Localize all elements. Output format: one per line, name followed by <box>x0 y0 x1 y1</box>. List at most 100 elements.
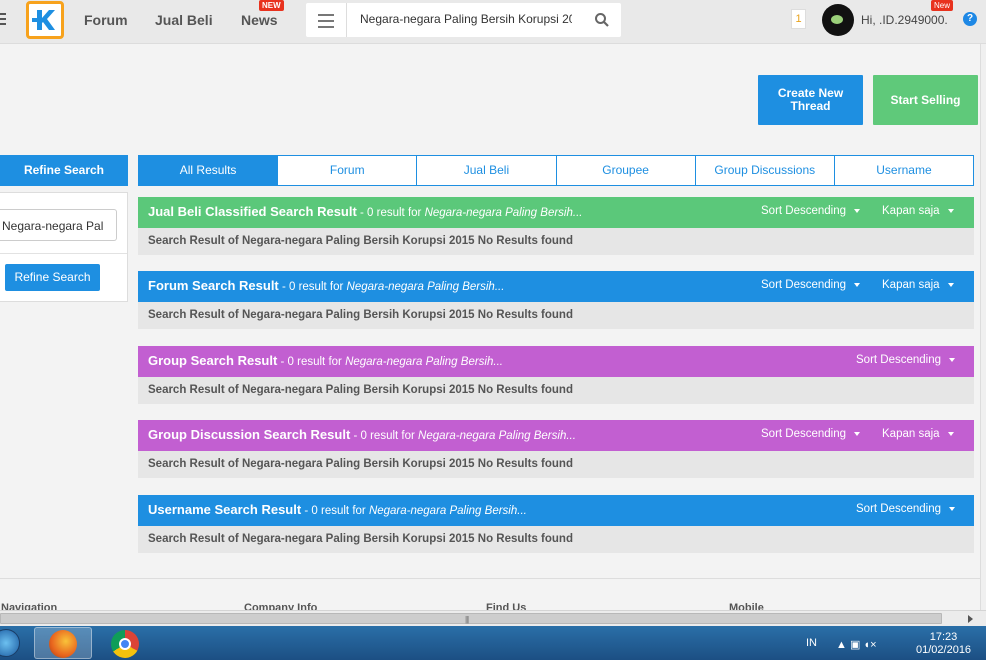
result-title-text: Group Search Result <box>148 353 278 368</box>
user-new-badge: New <box>931 0 954 11</box>
sort-dropdown[interactable]: Sort Descending <box>761 205 861 217</box>
jual-beli-result-header: Jual Beli Classified Search Result - 0 r… <box>138 197 974 228</box>
forum-result-body: Search Result of Negara-negara Paling Be… <box>138 302 974 329</box>
username-result-body: Search Result of Negara-negara Paling Be… <box>138 526 974 553</box>
start-selling-button[interactable]: Start Selling <box>873 75 978 125</box>
sort-label: Sort Descending <box>761 205 847 217</box>
refine-search-heading: Refine Search <box>0 155 128 186</box>
nav-news[interactable]: News <box>241 12 278 28</box>
sort-label: Sort Descending <box>761 279 847 291</box>
news-new-badge: NEW <box>259 0 284 11</box>
clock[interactable]: 17:23 01/02/2016 <box>916 631 971 657</box>
refine-search-input[interactable]: Negara-negara Pal <box>0 209 117 241</box>
help-icon[interactable]: ? <box>963 12 977 26</box>
result-meta: - 0 result for Negara-negara Paling Bers… <box>278 281 505 293</box>
time-filter-dropdown[interactable]: Kapan saja <box>882 428 954 440</box>
result-meta: - 0 result for Negara-negara Paling Bers… <box>350 430 576 442</box>
result-title: Jual Beli Classified Search Result - 0 r… <box>148 204 582 219</box>
footer-divider <box>0 578 980 579</box>
sort-label: Sort Descending <box>856 503 942 515</box>
result-title: Group Discussion Search Result - 0 resul… <box>148 427 576 442</box>
time-filter-dropdown[interactable]: Kapan saja <box>882 205 954 217</box>
kaskus-logo[interactable] <box>26 1 64 39</box>
avatar-image <box>831 15 843 24</box>
result-meta: - 0 result for Negara-negara Paling Bers… <box>277 356 503 368</box>
time-label: Kapan saja <box>882 279 940 291</box>
chevron-down-icon <box>949 357 956 362</box>
chevron-down-icon <box>947 208 954 213</box>
sort-dropdown[interactable]: Sort Descending <box>761 428 861 440</box>
tab-groupee[interactable]: Groupee <box>555 156 695 185</box>
taskbar-firefox[interactable] <box>34 627 92 659</box>
avatar[interactable] <box>822 4 854 36</box>
result-tabs: All Results Forum Jual Beli Groupee Grou… <box>138 155 974 186</box>
tab-forum[interactable]: Forum <box>277 156 416 185</box>
result-title-text: Forum Search Result <box>148 278 279 293</box>
system-tray[interactable]: ▲ ▣ ◖× <box>836 638 877 651</box>
tab-all-results[interactable]: All Results <box>139 156 278 185</box>
grip-icon: ||| <box>465 615 469 624</box>
clock-date: 01/02/2016 <box>916 644 972 656</box>
jual-beli-result-body: Search Result of Negara-negara Paling Be… <box>138 228 974 255</box>
tab-jual-beli[interactable]: Jual Beli <box>416 156 555 185</box>
sort-dropdown[interactable]: Sort Descending <box>856 354 956 366</box>
volume-muted-icon[interactable]: ◖× <box>863 639 876 651</box>
result-count-text: - 0 result for <box>301 505 369 517</box>
footer-company-info-heading: Company Info <box>244 602 318 610</box>
scrollbar-thumb[interactable]: ||| <box>0 613 942 624</box>
scroll-right-arrow-icon[interactable] <box>968 615 973 623</box>
horizontal-scrollbar[interactable]: ||| <box>0 610 986 626</box>
result-count-text: - 0 result for <box>278 281 347 293</box>
result-query: Negara-negara Paling Bersih... <box>368 505 527 517</box>
create-thread-label: Create New Thread <box>777 86 844 113</box>
sort-label: Sort Descending <box>856 354 942 366</box>
search-icon[interactable] <box>594 12 610 28</box>
time-label: Kapan saja <box>882 205 940 217</box>
refine-search-button[interactable]: Refine Search <box>5 264 100 291</box>
result-query: Negara-negara Paling Bersih... <box>346 281 505 293</box>
username-result-header: Username Search Result - 0 result for Ne… <box>138 495 974 526</box>
search-divider <box>346 3 347 37</box>
result-query: Negara-negara Paling Bersih... <box>424 207 583 219</box>
start-button-icon[interactable] <box>0 629 20 657</box>
refine-search-panel: Negara-negara Pal Refine Search <box>0 192 128 302</box>
vertical-scrollbar[interactable] <box>980 44 986 610</box>
chevron-down-icon <box>854 208 861 213</box>
flag-icon[interactable]: ▣ <box>850 639 860 651</box>
result-query: Negara-negara Paling Bersih... <box>418 430 576 442</box>
sort-dropdown[interactable]: Sort Descending <box>856 503 956 515</box>
windows-taskbar: IN ▲ ▣ ◖× 17:23 01/02/2016 <box>0 626 986 660</box>
tab-group-discussions[interactable]: Group Discussions <box>694 156 834 185</box>
user-greeting[interactable]: Hi, .ID.2949000. <box>861 13 948 27</box>
side-menu-icon[interactable] <box>0 13 6 27</box>
top-navbar: Forum Jual Beli News NEW Negara-negara P… <box>0 0 986 44</box>
time-filter-dropdown[interactable]: Kapan saja <box>882 279 954 291</box>
nav-forum[interactable]: Forum <box>84 12 128 28</box>
notification-count[interactable]: 1 <box>791 9 806 29</box>
result-title-text: Username Search Result <box>148 502 302 517</box>
nav-jual-beli[interactable]: Jual Beli <box>155 12 213 28</box>
result-title: Forum Search Result - 0 result for Negar… <box>148 278 504 293</box>
time-label: Kapan saja <box>882 428 940 440</box>
tray-expand-icon[interactable]: ▲ <box>836 639 847 651</box>
group-result-header: Group Search Result - 0 result for Negar… <box>138 346 974 377</box>
result-count-text: - 0 result for <box>350 430 419 442</box>
create-new-thread-button[interactable]: Create New Thread <box>758 75 863 125</box>
result-meta: - 0 result for Negara-negara Paling Bers… <box>301 505 527 517</box>
result-query: Negara-negara Paling Bersih... <box>345 356 503 368</box>
search-category-menu-icon[interactable] <box>318 14 334 32</box>
result-count-text: - 0 result for <box>277 356 346 368</box>
tab-username[interactable]: Username <box>833 156 973 185</box>
result-meta: - 0 result for Negara-negara Paling Bers… <box>357 207 583 219</box>
clock-time: 17:23 <box>929 631 958 643</box>
language-indicator[interactable]: IN <box>806 637 817 649</box>
chrome-icon[interactable] <box>111 630 139 658</box>
search-input[interactable]: Negara-negara Paling Bersih Korupsi 20 <box>360 12 572 26</box>
group-discussion-result-body: Search Result of Negara-negara Paling Be… <box>138 451 974 478</box>
forum-result-header: Forum Search Result - 0 result for Negar… <box>138 271 974 302</box>
footer-find-us-heading: Find Us <box>486 602 527 610</box>
chevron-down-icon <box>854 282 861 287</box>
group-discussion-result-header: Group Discussion Search Result - 0 resul… <box>138 420 974 451</box>
result-title: Group Search Result - 0 result for Negar… <box>148 353 503 368</box>
sort-dropdown[interactable]: Sort Descending <box>761 279 861 291</box>
